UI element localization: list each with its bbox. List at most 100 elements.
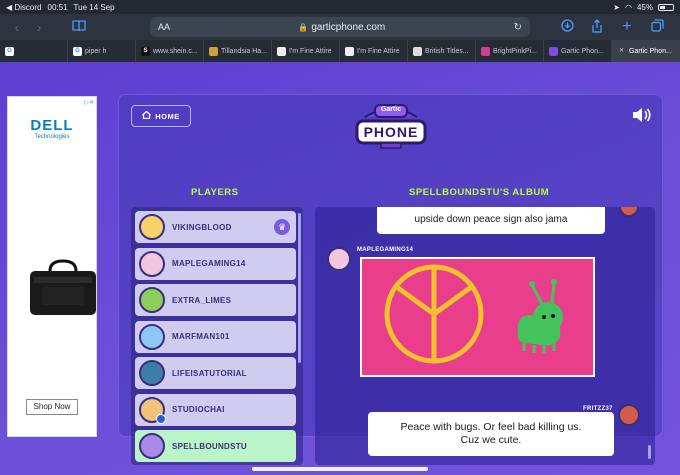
browser-tab-label: www.shein.c... [153,47,198,55]
status-badge-icon [156,413,166,424]
text-size-button[interactable]: AA [150,22,170,32]
page-icon [345,46,354,56]
sound-icon[interactable] [632,107,652,128]
dell-advertisement[interactable]: ▷✕ DELL Technologies Shop Now [7,96,97,437]
player-name: EXTRA_LIMES [172,295,232,305]
players-list: VIKINGBLOOD ♛ MAPLEGAMING14 EXTRA_LIMES MARF… [131,207,303,465]
close-icon[interactable]: ✕ [617,46,626,56]
browser-tab-label: I'm Fine Attire [357,47,400,55]
browser-tab[interactable]: British Titles... [408,40,476,62]
album-view: upside down peace sign also jama MAPLEGA… [315,207,655,465]
browser-tab[interactable]: Tillandsia Ha... [204,40,272,62]
player-name: SPELLBOUNDSTU [172,441,248,451]
browser-tab[interactable]: Swww.shein.c... [136,40,204,62]
home-icon [142,110,152,121]
caption-line-2: Cuz we cute. [460,434,522,446]
back-to-app-link[interactable]: ◀ Discord [6,3,42,12]
browser-tab[interactable]: G [0,40,68,62]
home-button[interactable]: HOME [131,105,191,127]
tillandsia-icon [209,46,218,56]
album-heading: SPELLBOUNDSTU'S ALBUM [409,187,550,198]
player-row[interactable]: MAPLEGAMING14 [135,247,296,280]
logo-top-text: Gartic [380,106,402,113]
gartic-icon [549,46,558,56]
home-button-label: HOME [155,111,180,121]
caption-bubble-top: upside down peace sign also jama [377,207,605,234]
web-page: ▷✕ DELL Technologies Shop Now HOME Garti… [0,62,680,475]
avatar [139,214,165,240]
player-row[interactable]: STUDIOCHAI [135,393,296,426]
browser-tab[interactable]: BrightPinkPi... [476,40,544,62]
forward-chevron-icon[interactable]: › [28,19,50,35]
home-indicator[interactable] [252,467,428,471]
reload-icon[interactable]: ↻ [514,22,530,33]
album-scrollbar[interactable] [648,445,651,459]
player-name: LIFEISATUTORIAL [172,368,247,378]
player-row[interactable]: LIFEISATUTORIAL [135,357,296,389]
share-icon[interactable] [586,18,608,36]
url-display[interactable]: 🔒 garticphone.com [170,22,514,33]
players-heading: PLAYERS [191,187,239,198]
avatar [139,287,165,313]
browser-tab[interactable]: Gartic Phon... [544,40,612,62]
adchoices-icon[interactable]: ▷✕ [84,99,94,106]
shop-now-button[interactable]: Shop Now [26,399,78,415]
new-tab-icon[interactable]: + [616,18,638,36]
avatar [139,433,165,459]
gartic-phone-logo: Gartic PHONE [351,99,431,151]
drawer-avatar [327,247,351,271]
browser-tab-label: piper h [85,47,107,55]
players-scrollbar[interactable] [298,213,301,363]
player-row[interactable]: MARFMAN101 [135,320,296,353]
browser-tab[interactable]: I'm Fine Attire [340,40,408,62]
browser-tab-label: BrightPinkPi... [493,47,537,55]
lock-icon: 🔒 [298,22,309,32]
browser-toolbar: ‹ › AA 🔒 garticphone.com ↻ + [0,14,680,40]
status-date: Tue 14 Sep [73,2,115,12]
caption-bubble-bottom: Peace with bugs. Or feel bad killing us.… [368,412,614,456]
laptop-bag-image [30,259,96,315]
player-name: MAPLEGAMING14 [172,259,246,268]
avatar [139,360,165,386]
battery-icon [658,3,674,11]
avatar [139,323,165,350]
reply-avatar [618,404,640,426]
downloads-icon[interactable] [556,19,578,35]
player-name: MARFMAN101 [172,332,230,341]
back-chevron-icon[interactable]: ‹ [6,19,28,35]
player-row[interactable]: SPELLBOUNDSTU [135,430,296,462]
drawer-username: MAPLEGAMING14 [357,247,414,253]
player-drawing [360,257,595,377]
player-name: STUDIOCHAI [172,405,225,414]
bright-icon [481,46,490,56]
status-bar: ◀ Discord 00:51 Tue 14 Sep ➤ ◠ 45% [0,0,680,14]
bookmarks-icon[interactable] [68,19,90,35]
browser-tab[interactable]: Gpiper h [68,40,136,62]
top-caption-avatar [619,207,639,217]
status-time: 00:51 [47,2,68,12]
location-icon: ➤ [613,2,620,12]
browser-tab-label: Gartic Phon... [561,47,604,55]
url-text: garticphone.com [311,21,386,33]
player-name: VIKINGBLOOD [172,222,232,232]
gartic-game-panel: HOME Gartic PHONE PLAYERS SPELLBOUNDSTU'… [118,94,663,465]
google-icon: G [5,46,14,56]
browser-tab-label: Gartic Phon... [629,47,672,55]
caption-line-1: Peace with bugs. Or feel bad killing us. [400,421,582,433]
browser-tab[interactable]: ✕ Gartic Phon... [612,40,680,62]
tab-bar: G Gpiper h Swww.shein.c... Tillandsia Ha...… [0,40,680,62]
tabs-overview-icon[interactable] [646,19,668,35]
wifi-icon: ◠ [625,2,632,12]
doc-icon [413,46,422,56]
page-icon [277,46,286,56]
shein-icon: S [141,46,150,56]
player-row[interactable]: VIKINGBLOOD ♛ [135,211,296,243]
address-bar[interactable]: AA 🔒 garticphone.com ↻ [150,17,530,37]
browser-tab[interactable]: I'm Fine Attire [272,40,340,62]
dell-brand-subtitle: Technologies [34,134,70,140]
player-row[interactable]: EXTRA_LIMES [135,284,296,316]
google-icon: G [73,46,82,56]
browser-tab-label: Tillandsia Ha... [221,47,268,55]
crown-icon: ♛ [274,219,290,235]
dell-brand-text: DELL [30,117,74,134]
